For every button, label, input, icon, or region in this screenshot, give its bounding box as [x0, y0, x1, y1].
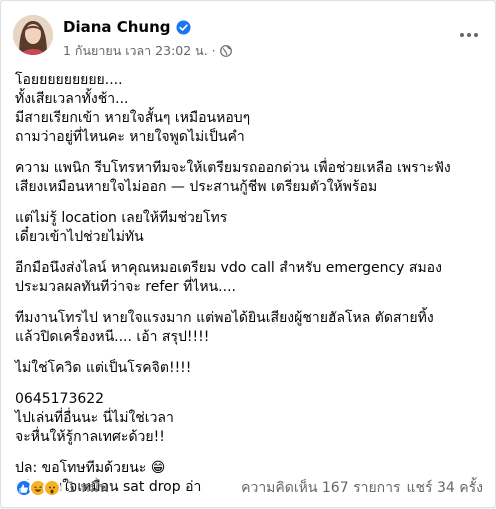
- text-line: อีกมือนึงส่งไลน์ หาคุณหมอเตรียม vdo call…: [15, 260, 442, 276]
- author-row: Diana Chung: [63, 18, 191, 36]
- text-line: ประมวลผลทันทีว่าจะ refer ที่ไหน....: [15, 279, 236, 295]
- post-meta: 1 กันยายน เวลา 23:02 น. ·: [63, 41, 232, 61]
- text-line: จะหื่นให้รู้กาลเทศะด้วย!!: [15, 429, 165, 445]
- text-line: ความ แพนิก รีบโทรหาทีมจะให้เตรียมรถออกด่…: [15, 160, 451, 176]
- profile-photo: [13, 15, 53, 55]
- text-line: ทีมงานโทรไป หายใจแรงมาก แต่พอได้ยินเสียง…: [15, 310, 434, 326]
- verified-badge-icon: [176, 19, 191, 35]
- text-line: เสียงเหมือนหายใจไม่ออก — ประสานกู้ชีพ เต…: [15, 179, 378, 195]
- text-line: แล้วปิดเครื่องหนี.... เอ้า สรุป!!!!: [15, 329, 210, 345]
- text-line: มีสายเรียกเข้า หายใจสั้นๆ เหมือนหอบๆ: [15, 110, 251, 126]
- post-timestamp[interactable]: 1 กันยายน เวลา 23:02 น.: [63, 41, 208, 61]
- paragraph-7: 0645173622 ไปเล่นที่อื่นนะ นี่ไม่ใช่เวลา…: [15, 390, 483, 447]
- paragraph-2: ความ แพนิก รีบโทรหาทีมจะให้เตรียมรถออกด่…: [15, 159, 483, 197]
- author-name[interactable]: Diana Chung: [63, 18, 171, 36]
- globe-icon[interactable]: [219, 45, 232, 57]
- paragraph-4: อีกมือนึงส่งไลน์ หาคุณหมอเตรียม vdo call…: [15, 259, 483, 297]
- paragraph-3: แต่ไม่รู้ location เลยให้ทีมช่วยโทร เดี๋…: [15, 209, 483, 247]
- text-line: ไปเล่นที่อื่นนะ นี่ไม่ใช่เวลา: [15, 410, 174, 426]
- more-options-button[interactable]: [457, 25, 481, 45]
- phone-number-link[interactable]: 0645173622: [15, 390, 483, 409]
- text-line: แต่ไม่รู้ location เลยให้ทีมช่วยโทร: [15, 210, 228, 226]
- text-line: ไม่ใช่โควิด แต่เป็นโรคจิต!!!!: [15, 360, 192, 376]
- post-header: Diana Chung 1 กันยายน เวลา 23:02 น. ·: [13, 15, 483, 63]
- text-line: เดี๋ยวเข้าไปช่วยไม่ทัน: [15, 229, 144, 245]
- meta-separator: ·: [211, 44, 216, 58]
- text-line: โอยยยยยยยยย....: [15, 72, 123, 88]
- reactions-summary[interactable]: 1 หมื่น: [15, 477, 108, 499]
- more-dot: [460, 33, 464, 37]
- shares-count-link[interactable]: แชร์ 34 ครั้ง: [407, 477, 483, 499]
- paragraph-6: ไม่ใช่โควิด แต่เป็นโรคจิต!!!!: [15, 359, 483, 378]
- text-line: ทั้งเสียเวลาทั้งช้า...: [15, 91, 129, 107]
- more-dot: [467, 33, 471, 37]
- avatar[interactable]: [13, 15, 53, 55]
- more-dot: [474, 33, 478, 37]
- paragraph-5: ทีมงานโทรไป หายใจแรงมาก แต่พอได้ยินเสียง…: [15, 309, 483, 347]
- reaction-count: 1 หมื่น: [67, 480, 109, 496]
- wow-icon: [43, 479, 61, 497]
- post-footer: 1 หมื่น ความคิดเห็น 167 รายการ แชร์ 34 ค…: [15, 475, 483, 501]
- text-line: ถามว่าอยู่ที่ไหนคะ หายใจพูดไม่เป็นคำ: [15, 129, 245, 145]
- paragraph-1: โอยยยยยยยยย.... ทั้งเสียเวลาทั้งช้า... ม…: [15, 71, 483, 147]
- post-body: โอยยยยยยยยย.... ทั้งเสียเวลาทั้งช้า... ม…: [15, 71, 483, 509]
- comments-count-link[interactable]: ความคิดเห็น 167 รายการ: [241, 477, 400, 499]
- post-stats: ความคิดเห็น 167 รายการ แชร์ 34 ครั้ง: [241, 477, 483, 499]
- post-card: Diana Chung 1 กันยายน เวลา 23:02 น. · โอ…: [0, 0, 496, 508]
